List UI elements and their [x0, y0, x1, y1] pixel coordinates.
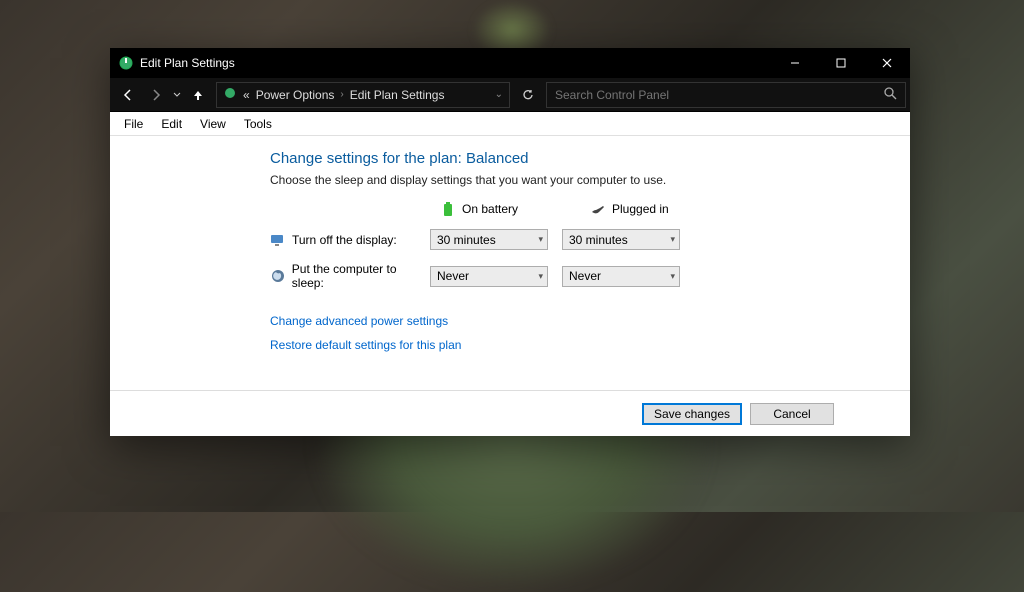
back-button[interactable]	[114, 81, 142, 109]
chevron-right-icon: ›	[340, 89, 343, 100]
close-button[interactable]	[864, 48, 910, 78]
display-battery-dropdown[interactable]: 30 minutes ▾	[430, 229, 548, 250]
display-plugged-dropdown[interactable]: 30 minutes ▾	[562, 229, 680, 250]
menu-tools[interactable]: Tools	[236, 114, 280, 134]
search-input[interactable]	[555, 88, 884, 102]
page-heading: Change settings for the plan: Balanced	[270, 150, 910, 167]
column-plugged-in: Plugged in	[590, 201, 710, 217]
breadcrumb-item[interactable]: Edit Plan Settings	[350, 88, 445, 102]
battery-icon	[440, 201, 456, 217]
sleep-battery-dropdown[interactable]: Never ▾	[430, 266, 548, 287]
row-turn-off-display: Turn off the display: 30 minutes ▾ 30 mi…	[270, 229, 910, 250]
menu-file[interactable]: File	[116, 114, 151, 134]
breadcrumb[interactable]: « Power Options › Edit Plan Settings ⌄	[216, 82, 510, 108]
minimize-button[interactable]	[772, 48, 818, 78]
search-icon[interactable]	[884, 87, 897, 103]
row-computer-sleep: Put the computer to sleep: Never ▾ Never…	[270, 262, 910, 290]
breadcrumb-dropdown-icon[interactable]: ⌄	[495, 89, 503, 100]
chevron-down-icon: ▾	[538, 234, 543, 245]
search-box[interactable]	[546, 82, 906, 108]
forward-button[interactable]	[142, 81, 170, 109]
plug-icon	[590, 201, 606, 217]
recent-dropdown-button[interactable]	[170, 81, 184, 109]
maximize-button[interactable]	[818, 48, 864, 78]
chevron-down-icon: ▾	[670, 271, 675, 282]
save-changes-button[interactable]: Save changes	[642, 403, 742, 425]
power-options-small-icon	[223, 86, 237, 103]
up-button[interactable]	[184, 81, 212, 109]
menu-edit[interactable]: Edit	[153, 114, 190, 134]
cancel-button[interactable]: Cancel	[750, 403, 834, 425]
refresh-button[interactable]	[514, 88, 542, 102]
sleep-plugged-dropdown[interactable]: Never ▾	[562, 266, 680, 287]
breadcrumb-item[interactable]: Power Options	[256, 88, 335, 102]
menu-view[interactable]: View	[192, 114, 234, 134]
display-icon	[270, 232, 286, 248]
menubar: File Edit View Tools	[110, 112, 910, 136]
navbar: « Power Options › Edit Plan Settings ⌄	[110, 78, 910, 112]
chevron-down-icon: ▾	[538, 271, 543, 282]
footer: Save changes Cancel	[110, 390, 910, 436]
sleep-icon	[270, 268, 286, 284]
column-on-battery: On battery	[440, 201, 560, 217]
page-subtext: Choose the sleep and display settings th…	[270, 173, 910, 187]
chevron-down-icon: ▾	[670, 234, 675, 245]
content-area: Change settings for the plan: Balanced C…	[110, 136, 910, 390]
restore-defaults-link[interactable]: Restore default settings for this plan	[270, 338, 910, 352]
window-title: Edit Plan Settings	[140, 56, 235, 70]
titlebar: Edit Plan Settings	[110, 48, 910, 78]
edit-plan-settings-window: Edit Plan Settings « Power Options › Edi…	[110, 48, 910, 436]
breadcrumb-prefix: «	[243, 88, 250, 102]
advanced-settings-link[interactable]: Change advanced power settings	[270, 314, 910, 328]
power-options-icon	[118, 55, 134, 71]
